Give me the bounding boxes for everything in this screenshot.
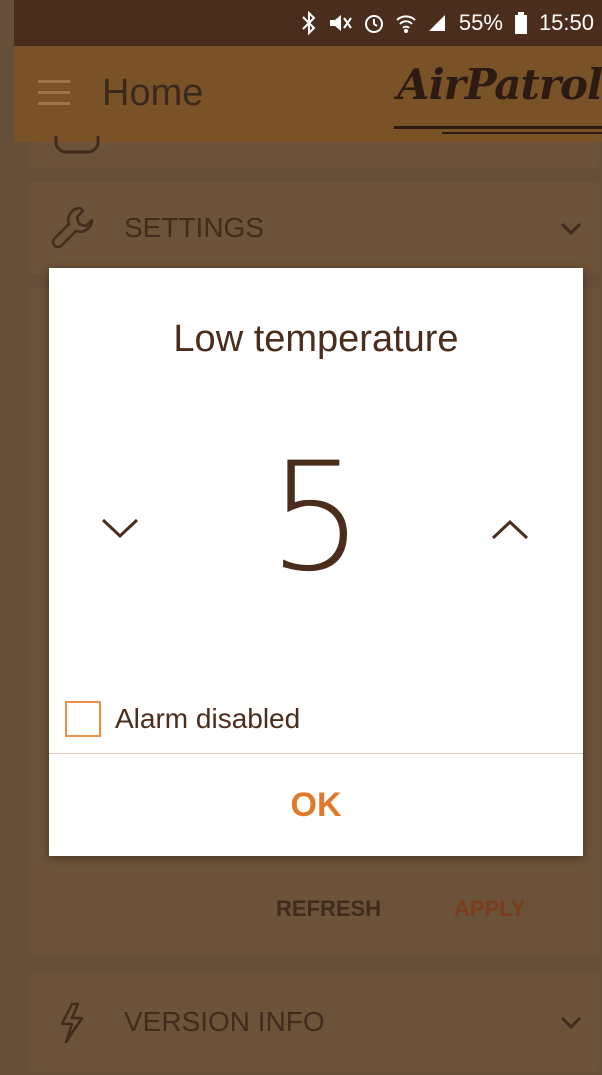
settings-label: SETTINGS	[124, 212, 265, 243]
chevron-down-icon	[560, 222, 582, 236]
low-temperature-dialog: Low temperature 5 Alarm disabled OK	[49, 268, 583, 856]
wrench-icon	[51, 206, 94, 249]
logo-underline-2	[442, 132, 602, 134]
refresh-button[interactable]: REFRESH	[276, 896, 381, 922]
ok-button[interactable]: OK	[49, 754, 583, 856]
lightning-icon	[60, 1002, 84, 1044]
dialog-title: Low temperature	[173, 318, 459, 360]
signal-icon	[428, 15, 445, 31]
app-bar: Home AirPatrol	[14, 46, 602, 142]
status-bar: 55% 15:50	[14, 0, 602, 46]
apply-button[interactable]: APPLY	[454, 896, 525, 922]
logo-underline	[394, 126, 602, 129]
alarm-disabled-checkbox[interactable]	[65, 701, 101, 737]
clock: 15:50	[538, 10, 594, 35]
chevron-down-icon	[560, 1016, 582, 1030]
increase-button[interactable]	[485, 510, 535, 550]
version-info-label: VERSION INFO	[124, 1006, 325, 1037]
wifi-icon	[396, 15, 416, 33]
section-card-top	[28, 136, 600, 168]
hamburger-icon[interactable]	[38, 80, 70, 106]
battery-percent: 55%	[458, 10, 503, 35]
status-icons	[301, 11, 447, 35]
battery-icon	[514, 12, 527, 34]
settings-section[interactable]: SETTINGS	[28, 182, 600, 274]
version-info-section[interactable]: VERSION INFO	[28, 972, 600, 1072]
alarm-disabled-row[interactable]: Alarm disabled	[65, 701, 300, 737]
alarm-icon	[364, 15, 383, 33]
device-icon	[54, 136, 100, 154]
alarm-disabled-label: Alarm disabled	[115, 703, 301, 734]
bluetooth-icon	[302, 11, 316, 35]
chevron-up-icon	[491, 519, 529, 540]
mute-icon	[329, 15, 352, 31]
page-title: Home	[102, 72, 204, 114]
app-logo: AirPatrol	[397, 60, 602, 109]
